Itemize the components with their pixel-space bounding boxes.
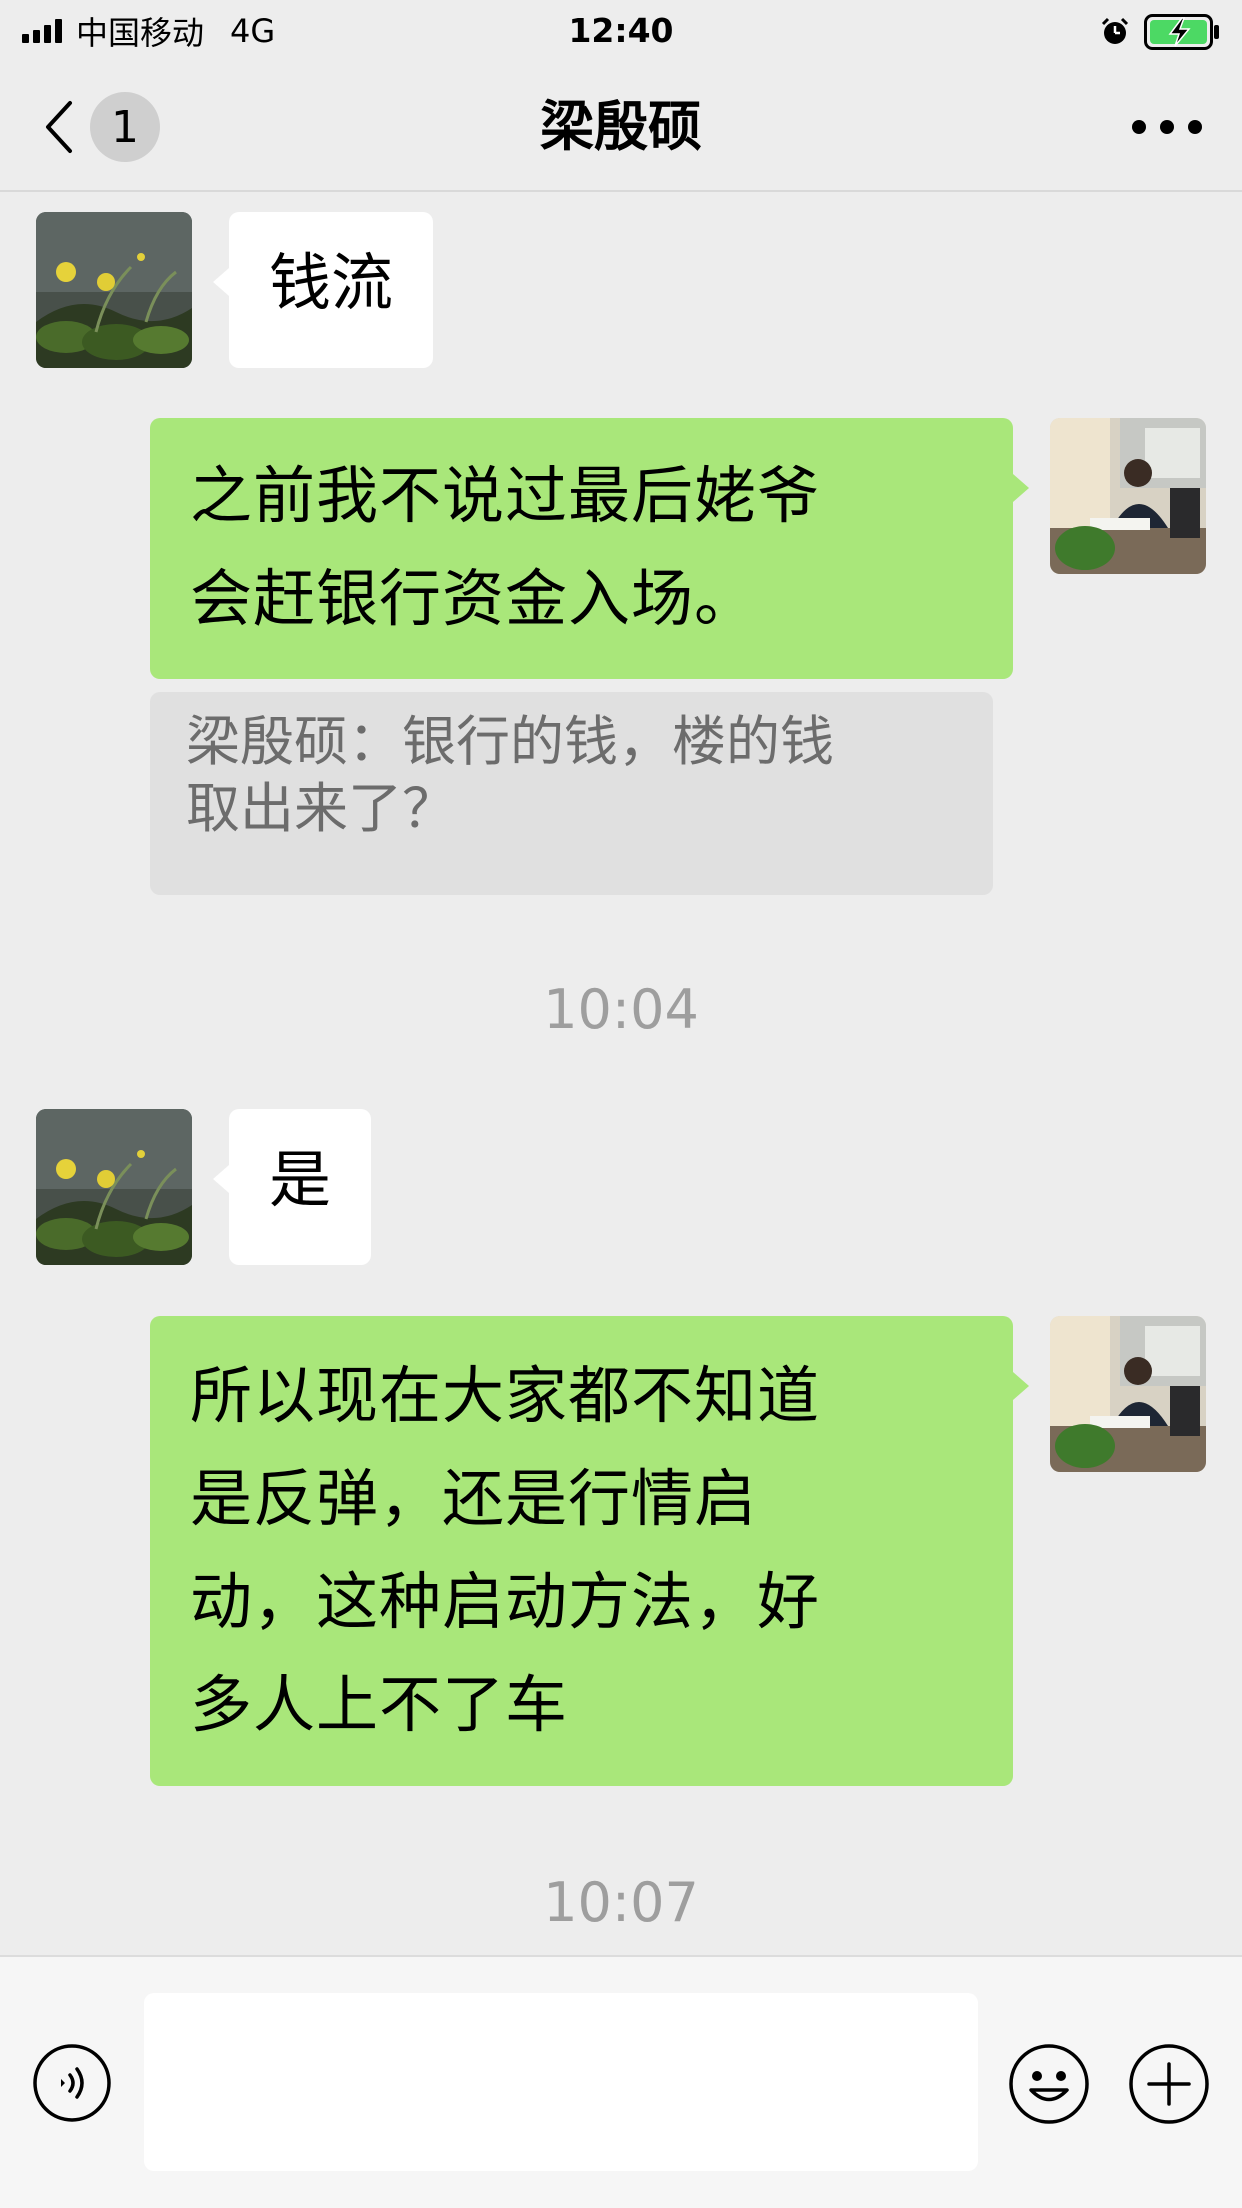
unread-count-badge: 1 [90, 92, 160, 162]
my-avatar[interactable] [1050, 1316, 1206, 1472]
message-line: 是反弹，还是行情启 [190, 1462, 758, 1535]
back-button[interactable]: 1 [44, 92, 174, 162]
plant-avatar-image [36, 212, 192, 368]
chat-title: 梁殷硕 [540, 95, 702, 158]
bubble-tail [213, 268, 229, 296]
message-line: 之前我不说过最后姥爷 [190, 459, 821, 532]
bubble-tail [213, 1165, 229, 1193]
quote-line: 梁殷硕：银行的钱，楼的钱 [186, 710, 834, 773]
chevron-left-icon [46, 101, 72, 153]
input-bar [0, 1955, 1242, 2208]
status-bar: 中国移动 4G 12:40 [0, 0, 1242, 62]
message-line: 所以现在大家都不知道 [190, 1359, 821, 1432]
my-avatar[interactable] [1050, 418, 1206, 574]
chat-screen: 中国移动 4G 12:40 1 梁殷硕 钱流 之前我不说过最后姥爷 会赶银行资金… [0, 0, 1242, 2208]
message-bubble-incoming[interactable]: 是 [229, 1109, 372, 1265]
contact-avatar[interactable] [36, 1109, 192, 1265]
plant-avatar-image [36, 1109, 192, 1265]
alarm-icon [1101, 17, 1129, 44]
message-bubble-outgoing[interactable]: 之前我不说过最后姥爷 会赶银行资金入场。 [150, 418, 1013, 679]
contact-avatar[interactable] [36, 212, 192, 368]
message-input[interactable] [144, 1993, 978, 2171]
more-options-button[interactable] [1132, 102, 1202, 152]
message-bubble-incoming[interactable]: 钱流 [229, 212, 434, 368]
nav-bar: 1 梁殷硕 [0, 62, 1242, 192]
message-line: 会赶银行资金入场。 [190, 562, 758, 635]
office-avatar-image [1050, 1316, 1206, 1472]
quoted-message[interactable]: 梁殷硕：银行的钱，楼的钱 取出来了？ [150, 692, 993, 895]
quote-line: 取出来了？ [186, 777, 456, 840]
timestamp-label: 10:07 [543, 1871, 699, 1934]
voice-icon[interactable] [32, 2043, 112, 2123]
message-line: 多人上不了车 [190, 1668, 569, 1741]
status-clock: 12:40 [568, 11, 674, 50]
more-dots-icon [1132, 120, 1146, 134]
bubble-tail [1013, 1372, 1029, 1400]
timestamp-label: 10:04 [543, 978, 699, 1041]
emoji-icon[interactable] [1008, 2043, 1090, 2125]
plus-icon[interactable] [1128, 2043, 1210, 2125]
office-avatar-image [1050, 418, 1206, 574]
message-line: 动，这种启动方法，好 [190, 1565, 821, 1638]
status-right [1100, 12, 1220, 52]
bubble-tail [1013, 474, 1029, 502]
message-bubble-outgoing[interactable]: 所以现在大家都不知道 是反弹，还是行情启 动，这种启动方法，好 多人上不了车 [150, 1316, 1013, 1786]
battery-charging-icon [1144, 14, 1219, 50]
